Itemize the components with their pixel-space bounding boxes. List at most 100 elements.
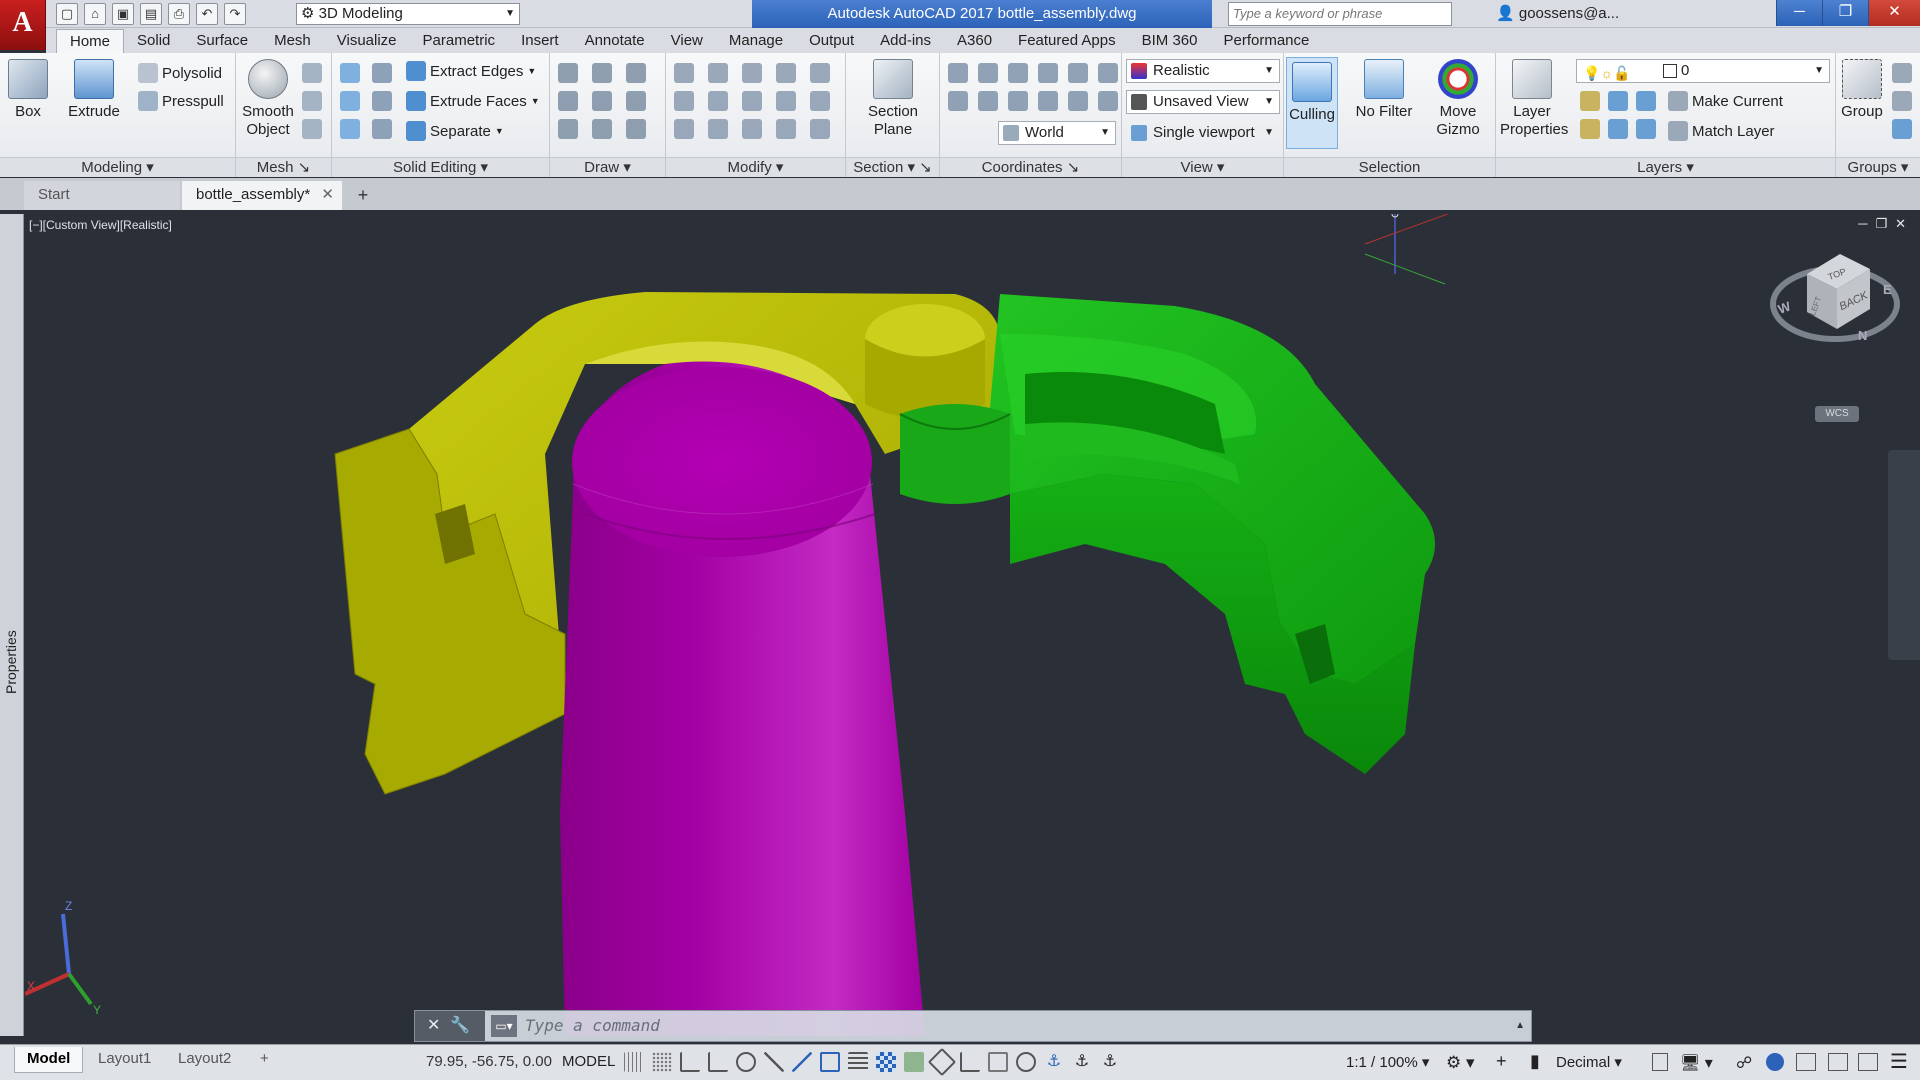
interfere-icon[interactable] (372, 63, 392, 83)
object-snap-tracking-icon[interactable] (792, 1052, 812, 1072)
tab-parametric[interactable]: Parametric (410, 29, 509, 53)
user-account[interactable]: 👤 goossens@a... (1496, 4, 1619, 22)
match-layer-button[interactable]: Match Layer (1668, 119, 1775, 143)
presspull-button[interactable]: Presspull (138, 89, 224, 113)
panel-title-layers[interactable]: Layers ▾ (1496, 157, 1835, 177)
tab-start[interactable]: Start (24, 181, 180, 210)
ucs-icon[interactable] (948, 63, 968, 83)
tab-bim-360[interactable]: BIM 360 (1129, 29, 1211, 53)
object-snap-icon[interactable] (820, 1052, 840, 1072)
rotate3d-icon[interactable] (708, 63, 728, 83)
units-dropdown[interactable]: Decimal ▾ (1556, 1053, 1622, 1071)
ucs-x-icon[interactable] (1008, 63, 1028, 83)
make-current-button[interactable]: Make Current (1668, 89, 1783, 113)
model-space-toggle[interactable]: MODEL (562, 1053, 615, 1070)
panel-title-groups[interactable]: Groups ▾ (1836, 157, 1920, 177)
annotation-scale-icon[interactable]: ⚓ (1100, 1052, 1120, 1072)
tab-featured-apps[interactable]: Featured Apps (1005, 29, 1129, 53)
save-as-icon[interactable]: ▤ (140, 3, 162, 25)
ucs-zaxis-icon[interactable] (1068, 91, 1088, 111)
layer-isolate-icon[interactable] (1608, 91, 1628, 111)
polysolid-button[interactable]: Polysolid (138, 61, 222, 85)
navigation-bar[interactable] (1888, 450, 1920, 660)
layer-properties-button[interactable]: Layer Properties (1500, 59, 1568, 139)
extrude-button[interactable]: Extrude (66, 59, 122, 121)
layer-on-icon[interactable] (1580, 119, 1600, 139)
dynamic-ucs-icon[interactable] (960, 1052, 980, 1072)
close-icon[interactable]: ✕ (1868, 0, 1920, 26)
restore-icon[interactable]: ❐ (1822, 0, 1868, 26)
ucs-display-icon[interactable] (1098, 91, 1118, 111)
ucs-z-icon[interactable] (1068, 63, 1088, 83)
command-prompt-icon[interactable]: ▭▾ (491, 1015, 517, 1037)
culling-button[interactable]: Culling (1286, 57, 1338, 149)
panel-title-draw[interactable]: Draw ▾ (550, 157, 665, 177)
no-filter-button[interactable]: No Filter (1348, 59, 1420, 121)
viewport-window-controls[interactable]: ─❐✕ (1858, 216, 1914, 232)
panel-title-section[interactable]: Section ▾ ↘ (846, 157, 939, 177)
minimize-icon[interactable]: ─ (1776, 0, 1822, 26)
section-plane-button[interactable]: Section Plane (860, 59, 926, 139)
panel-title-modeling[interactable]: Modeling ▾ (0, 157, 235, 177)
layer-unisolate-icon[interactable] (1608, 119, 1628, 139)
group-selection-icon[interactable] (1892, 119, 1912, 139)
command-line-tools[interactable]: ✕🔧 (415, 1011, 485, 1041)
tab-mesh[interactable]: Mesh (261, 29, 324, 53)
circle-icon[interactable] (626, 91, 646, 111)
infer-constraints-icon[interactable] (680, 1052, 700, 1072)
scale-icon[interactable] (674, 63, 694, 83)
drawing-viewport[interactable]: TOP BACK LEFT W N E Z Y X [−][Custom Vie… (25, 214, 1920, 1036)
ucs-face-icon[interactable] (1008, 91, 1028, 111)
tab-performance[interactable]: Performance (1211, 29, 1323, 53)
ucs-dropdown[interactable]: World ▼ (998, 121, 1116, 145)
layer-freeze-icon[interactable] (1636, 91, 1656, 111)
layer-thaw-icon[interactable] (1636, 119, 1656, 139)
viewcube[interactable]: TOP BACK LEFT W N E (1770, 254, 1900, 343)
arc-icon[interactable] (626, 63, 646, 83)
layout-tab-layout2[interactable]: Layout2 (166, 1047, 243, 1073)
rotate-icon[interactable] (708, 91, 728, 111)
layer-off-icon[interactable] (1580, 91, 1600, 111)
thicken-icon[interactable] (372, 119, 392, 139)
named-view-dropdown[interactable]: Unsaved View ▼ (1126, 90, 1280, 114)
panel-title-solid-editing[interactable]: Solid Editing ▾ (332, 157, 549, 177)
array3d-icon[interactable] (674, 91, 694, 111)
group-edit-icon[interactable] (1892, 91, 1912, 111)
snap-icon[interactable] (652, 1052, 672, 1072)
clean-screen-icon[interactable] (1828, 1053, 1848, 1071)
layout-tab-model[interactable]: Model (14, 1047, 84, 1073)
line-icon[interactable] (558, 63, 578, 83)
fillet-icon[interactable] (776, 91, 796, 111)
properties-palette-strip[interactable]: Properties (0, 214, 24, 1036)
3d-object-snap-icon[interactable] (927, 1047, 957, 1077)
tab-add-ins[interactable]: Add-ins (867, 29, 944, 53)
mesh-crease-icon[interactable] (302, 91, 322, 111)
tab-a360[interactable]: A360 (944, 29, 1005, 53)
fullscreen-icon[interactable] (1858, 1053, 1878, 1071)
selection-filter-icon[interactable] (988, 1052, 1008, 1072)
lock-ui-icon[interactable]: 🖥 ▾ (1680, 1053, 1713, 1073)
print-icon[interactable]: ⎙ (168, 3, 190, 25)
wcs-menu[interactable]: WCS (1815, 406, 1859, 422)
polyline-icon[interactable] (592, 63, 612, 83)
layout-tab-layout1[interactable]: Layout1 (86, 1047, 163, 1073)
mirror-icon[interactable] (810, 91, 830, 111)
tab-solid[interactable]: Solid (124, 29, 183, 53)
group-button[interactable]: Group (1840, 59, 1884, 121)
ucs-origin-icon[interactable] (978, 63, 998, 83)
annotation-scale-dropdown[interactable]: 1:1 / 100% ▾ (1346, 1053, 1429, 1071)
panel-title-selection[interactable]: Selection (1284, 157, 1495, 177)
tab-view[interactable]: View (658, 29, 716, 53)
open-folder-icon[interactable]: ⌂ (84, 3, 106, 25)
viewport-controls-label[interactable]: [−][Custom View][Realistic] (29, 218, 172, 232)
new-tab-button[interactable]: + (352, 185, 374, 207)
tab-visualize[interactable]: Visualize (324, 29, 410, 53)
panel-title-modify[interactable]: Modify ▾ (666, 157, 845, 177)
viewport-config-dropdown[interactable]: Single viewport ▼ (1126, 121, 1280, 145)
edit-icon[interactable] (810, 119, 830, 139)
3d-polyline-icon[interactable] (592, 91, 612, 111)
ucs-object-icon[interactable] (978, 91, 998, 111)
tab-insert[interactable]: Insert (508, 29, 572, 53)
ortho-icon[interactable] (708, 1052, 728, 1072)
smooth-object-button[interactable]: Smooth Object (240, 59, 296, 139)
